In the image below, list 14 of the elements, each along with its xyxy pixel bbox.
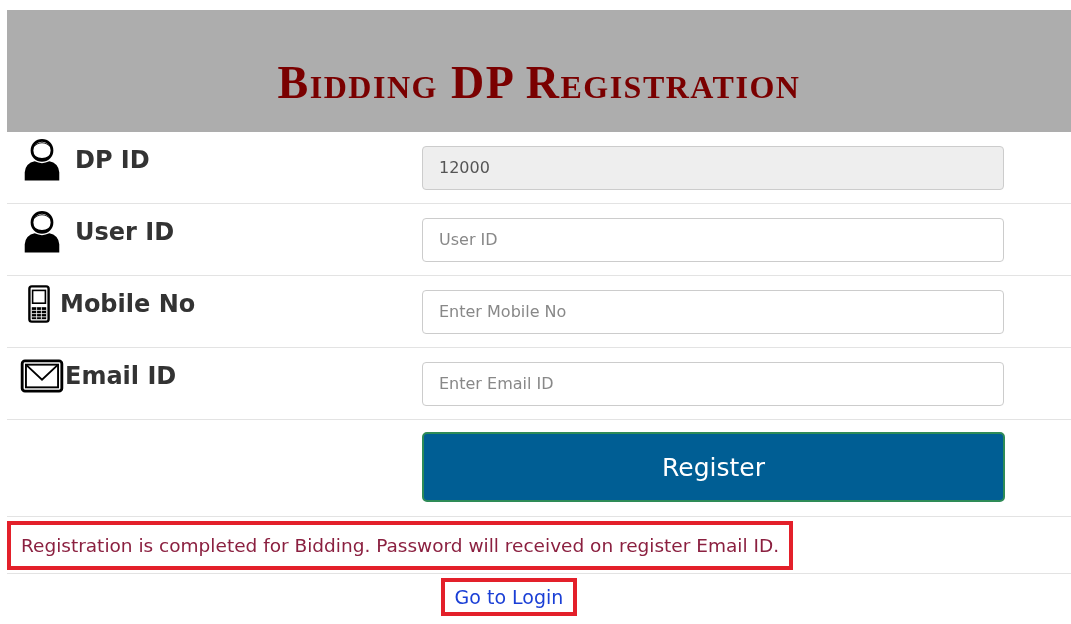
field-label: Mobile No bbox=[60, 289, 196, 318]
register-button[interactable]: Register bbox=[422, 432, 1005, 502]
input-field[interactable]: Enter Mobile No bbox=[422, 289, 1004, 334]
envelope-icon bbox=[19, 358, 65, 393]
login-link[interactable]: Go to Login bbox=[440, 578, 578, 616]
field-label: DP ID bbox=[75, 145, 150, 174]
field-label: User ID bbox=[75, 217, 175, 246]
person-icon bbox=[22, 209, 62, 254]
page-title: Bidding DP Registration bbox=[277, 55, 801, 109]
success-message: Registration is completed for Bidding. Password will received on register Email ID. bbox=[7, 520, 794, 570]
input-field[interactable]: User ID bbox=[422, 217, 1004, 262]
field-label: Email ID bbox=[65, 361, 177, 390]
input-field[interactable]: Enter Email ID bbox=[422, 361, 1004, 406]
person-icon bbox=[22, 137, 62, 182]
